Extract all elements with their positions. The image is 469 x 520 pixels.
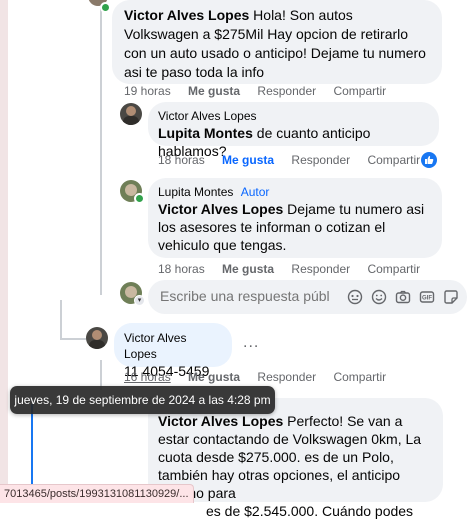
share-button[interactable]: Compartir [333,84,386,98]
thread-line [100,110,102,295]
camera-icon[interactable] [395,289,411,305]
comment-actions: 16 horas Me gusta Responder Compartir [124,370,400,384]
comment-author[interactable]: Victor Alves Lopes [124,330,222,362]
reply-author[interactable]: Victor Alves Lopes [158,108,429,124]
share-button[interactable]: Compartir [367,262,420,276]
like-button[interactable]: Me gusta [188,84,240,98]
reply-bubble: Lupita Montes Autor Victor Alves Lopes D… [148,178,442,258]
thread-line [100,0,102,110]
sticker-icon[interactable] [443,289,459,305]
mention-link[interactable]: Lupita Montes [158,125,253,141]
reply-button[interactable]: Responder [257,370,316,384]
gif-icon[interactable]: GIF [419,289,435,305]
reply-actions: 18 horas Me gusta Responder Compartir [158,262,434,276]
mention-link[interactable]: Victor Alves Lopes [158,201,283,217]
author-badge: Autor [240,185,270,199]
left-margin [0,0,8,502]
timestamp[interactable]: 19 horas [124,84,171,98]
reply-bubble: Victor Alves Lopes Lupita Montes de cuan… [148,102,439,159]
share-button[interactable]: Compartir [367,153,420,167]
reply-button[interactable]: Responder [291,262,350,276]
avatar[interactable] [120,103,142,125]
reply-button[interactable]: Responder [291,153,350,167]
reply-actions: 18 horas Me gusta Responder Compartir [158,153,434,167]
reply-tools: GIF [347,289,459,305]
timestamp[interactable]: 18 horas [158,153,205,167]
avatar[interactable] [86,327,108,349]
like-reaction-icon[interactable] [421,152,437,168]
like-button[interactable]: Me gusta [222,262,274,276]
focus-line [31,404,33,484]
online-status-icon [100,2,111,13]
share-button[interactable]: Compartir [333,370,386,384]
thread-line [60,300,62,340]
online-status-icon [134,193,145,204]
avatar-sticker-icon[interactable] [347,289,363,305]
comment-author[interactable]: Victor Alves Lopes [124,7,249,23]
comment-text-tail: es de $2.545.000. Cuándo podes [206,503,414,519]
like-button[interactable]: Me gusta [222,153,274,167]
timestamp[interactable]: 16 horas [124,370,171,384]
reply-input-box[interactable]: GIF [148,280,467,314]
comment-actions: 19 horas Me gusta Responder Compartir [124,84,400,98]
emoji-icon[interactable] [371,289,387,305]
like-button[interactable]: Me gusta [188,370,240,384]
reply-button[interactable]: Responder [257,84,316,98]
reply-author[interactable]: Lupita Montes [158,185,233,199]
svg-text:GIF: GIF [422,296,432,302]
reply-input[interactable] [158,287,332,305]
chevron-down-icon[interactable]: ▾ [134,295,145,306]
timestamp[interactable]: 18 horas [158,262,205,276]
comment-bubble: Victor Alves Lopes 11 4054-5459 [114,323,232,379]
status-url-bar: 7013465/posts/199313108113092​9/... [0,484,194,503]
thread-line [60,338,86,340]
mention-link[interactable]: Victor Alves Lopes [158,413,283,429]
timestamp-tooltip: jueves, 19 de septiembre de 2024 a las 4… [10,386,275,414]
comment-bubble: Victor Alves Lopes Hola! Son autos Volks… [112,0,442,84]
more-options-button[interactable]: ... [243,334,259,352]
